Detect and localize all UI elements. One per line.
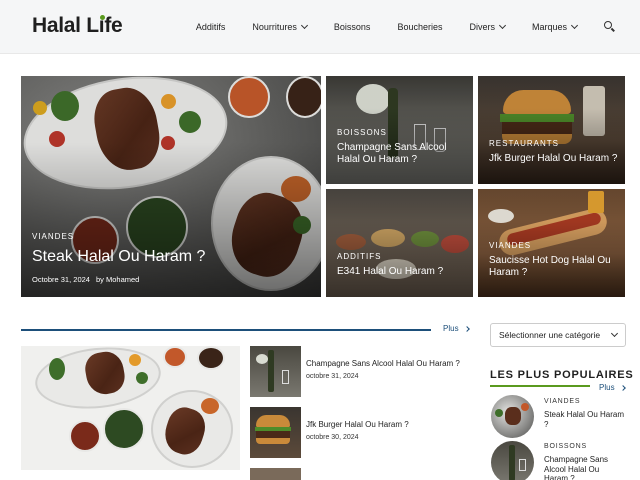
hero-tile-burger[interactable]: RESTAURANTS Jfk Burger Halal Ou Haram ? — [478, 76, 625, 184]
hero-tile-category[interactable]: RESTAURANTS — [489, 139, 559, 148]
list-item-title[interactable]: Champagne Sans Alcool Halal Ou Haram ? — [306, 359, 460, 368]
hero-tile-title[interactable]: Champagne Sans Alcool Halal Ou Haram ? — [337, 142, 465, 166]
nav-label: Boissons — [333, 22, 371, 32]
nav-label: Nourritures — [252, 22, 297, 32]
nav-item-divers[interactable]: Divers — [469, 21, 507, 32]
hero-tile-e341[interactable]: ADDITIFS E341 Halal Ou Haram ? — [326, 189, 473, 297]
hero-main-article[interactable]: VIANDES Steak Halal Ou Haram ? Octobre 3… — [21, 76, 321, 297]
hero-tile-hotdog[interactable]: VIANDES Saucisse Hot Dog Halal Ou Haram … — [478, 189, 625, 297]
more-label: Plus — [443, 324, 459, 333]
section-more-link[interactable]: Plus — [443, 324, 470, 333]
category-select-value: Sélectionner une catégorie — [499, 330, 601, 340]
category-select[interactable]: Sélectionner une catégorie — [490, 323, 626, 347]
popular-item-title[interactable]: Steak Halal Ou Haram ? — [544, 410, 630, 429]
chevron-down-icon — [498, 21, 507, 30]
popular-item-thumb[interactable] — [491, 395, 534, 438]
popular-underline — [490, 385, 590, 387]
chevron-down-icon — [570, 21, 579, 30]
hero-tile-category[interactable]: BOISSONS — [337, 128, 387, 137]
nav-item-boucheries[interactable]: Boucheries — [397, 22, 442, 32]
main-nav: Additifs Nourritures Boissons Boucheries… — [196, 0, 640, 54]
hero-tile-category[interactable]: ADDITIFS — [337, 252, 381, 261]
list-item-title[interactable]: Jfk Burger Halal Ou Haram ? — [306, 420, 409, 429]
nav-label: Marques — [531, 22, 567, 32]
site-logo[interactable]: Halal Lıfe — [32, 14, 123, 38]
image-shade — [326, 189, 473, 297]
popular-item-category[interactable]: BOISSONS — [544, 443, 587, 450]
popular-item-title[interactable]: Champagne Sans Alcool Halal Ou Haram ? — [544, 455, 610, 480]
chevron-right-icon — [619, 384, 626, 391]
site-header: Halal Lıfe Additifs Nourritures Boissons… — [0, 0, 640, 54]
list-item-thumb[interactable] — [250, 346, 301, 397]
section-divider — [21, 329, 431, 331]
section-featured-image[interactable] — [21, 346, 240, 470]
hero-main-author[interactable]: by Mohamed — [96, 275, 139, 284]
hero-tile-title[interactable]: Jfk Burger Halal Ou Haram ? — [489, 153, 621, 165]
search-icon[interactable] — [604, 21, 616, 33]
list-item-thumb[interactable] — [250, 407, 301, 458]
nav-label: Divers — [469, 22, 495, 32]
nav-label: Boucheries — [397, 22, 443, 32]
popular-heading: LES PLUS POPULAIRES — [490, 369, 634, 381]
hero-main-title[interactable]: Steak Halal Ou Haram ? — [32, 247, 205, 266]
hero-tile-category[interactable]: VIANDES — [489, 241, 531, 250]
nav-item-marques[interactable]: Marques — [531, 21, 579, 32]
list-item-thumb[interactable] — [250, 468, 301, 480]
hero-tile-title[interactable]: E341 Halal Ou Haram ? — [337, 266, 465, 278]
popular-item-category[interactable]: VIANDES — [544, 398, 580, 405]
popular-item-thumb[interactable] — [491, 441, 534, 480]
chevron-down-icon — [610, 329, 619, 338]
hero-main-date: Octobre 31, 2024 — [32, 275, 90, 284]
chevron-right-icon — [463, 325, 470, 332]
hero-tile-champagne[interactable]: BOISSONS Champagne Sans Alcool Halal Ou … — [326, 76, 473, 184]
nav-item-boissons[interactable]: Boissons — [334, 22, 371, 32]
list-item-date: octobre 30, 2024 — [306, 434, 359, 441]
nav-item-nourritures[interactable]: Nourritures — [252, 21, 308, 32]
hero-main-category[interactable]: VIANDES — [32, 232, 74, 241]
nav-label: Additifs — [195, 22, 226, 32]
popular-more-link[interactable]: Plus — [599, 383, 626, 392]
more-label: Plus — [599, 383, 615, 392]
nav-item-additifs[interactable]: Additifs — [196, 22, 226, 32]
list-item-date: octobre 31, 2024 — [306, 373, 359, 380]
chevron-down-icon — [300, 21, 308, 30]
image-shade — [478, 76, 625, 184]
hero-tile-title[interactable]: Saucisse Hot Dog Halal Ou Haram ? — [489, 255, 621, 279]
